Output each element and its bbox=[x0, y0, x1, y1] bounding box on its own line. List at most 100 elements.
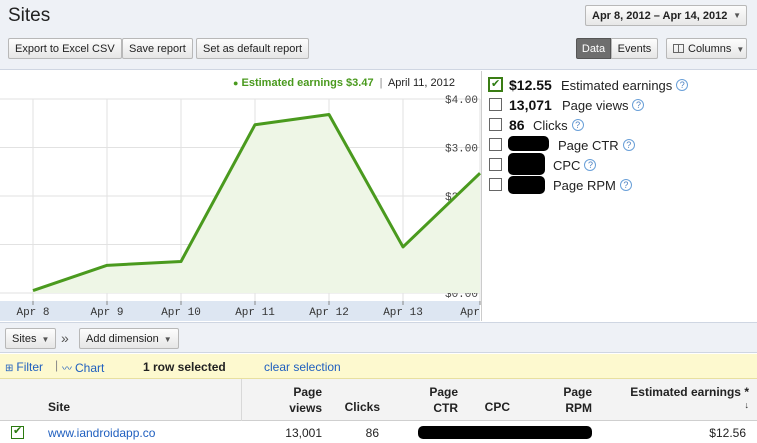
export-csv-button[interactable]: Export to Excel CSV bbox=[8, 38, 122, 59]
page-title: Sites bbox=[8, 5, 51, 26]
metric-page-views[interactable]: 13,071 Page views? bbox=[488, 96, 753, 116]
filter-link[interactable]: ⊞ Filter bbox=[5, 360, 43, 374]
metric-label: Page RPM? bbox=[553, 178, 632, 193]
metric-label-text: Page CTR bbox=[558, 138, 619, 153]
metric-estimated-earnings[interactable]: $12.55 Estimated earnings? bbox=[488, 76, 753, 96]
x-tick-label: Apr bbox=[460, 307, 480, 319]
redacted-value bbox=[508, 153, 545, 175]
filter-icon: ⊞ bbox=[5, 363, 14, 374]
columns-label: Columns bbox=[688, 43, 732, 55]
chart-label: Chart bbox=[75, 361, 105, 375]
metric-label-text: CPC bbox=[553, 158, 581, 173]
chevron-down-icon: ▼ bbox=[736, 45, 745, 54]
chart-link[interactable]: 〰 Chart bbox=[62, 360, 104, 375]
save-report-button[interactable]: Save report bbox=[122, 38, 193, 59]
earnings-chart[interactable]: $4.00$3.00$2.00$1.00$0.00Apr 8Apr 9Apr 1… bbox=[0, 71, 482, 321]
header-line: Page bbox=[293, 385, 322, 399]
events-view-toggle[interactable]: Events bbox=[611, 38, 658, 59]
redacted-values bbox=[418, 426, 592, 439]
metric-clicks[interactable]: 86 Clicks? bbox=[488, 116, 753, 136]
metric-checkbox[interactable] bbox=[488, 77, 503, 92]
x-tick-label: Apr 12 bbox=[309, 307, 349, 319]
help-icon[interactable]: ? bbox=[622, 139, 635, 151]
metric-label-text: Page views bbox=[562, 98, 629, 113]
metric-label-text: Clicks bbox=[533, 118, 568, 133]
columns-icon bbox=[673, 44, 684, 53]
metric-label: Clicks? bbox=[533, 118, 584, 133]
help-icon[interactable]: ? bbox=[584, 159, 597, 171]
metric-label: CPC? bbox=[553, 158, 597, 173]
selection-bar: ⊞ Filter | 〰 Chart 1 row selected clear se… bbox=[0, 354, 757, 379]
metric-checkbox[interactable] bbox=[489, 138, 502, 151]
metric-label: Page views? bbox=[562, 98, 645, 113]
chevron-down-icon: ▼ bbox=[163, 335, 172, 344]
dimension-bar: Sites ▼ » Add dimension ▼ bbox=[0, 322, 757, 353]
series-dot-icon: ● bbox=[233, 78, 239, 88]
x-tick-label: Apr 13 bbox=[383, 307, 423, 319]
legend-separator: | bbox=[379, 77, 383, 89]
selection-count: 1 row selected bbox=[143, 360, 226, 374]
metric-value: 86 bbox=[509, 117, 525, 133]
chart-icon: 〰 bbox=[62, 364, 72, 375]
add-dimension-label: Add dimension bbox=[86, 333, 159, 345]
row-checkbox[interactable] bbox=[11, 424, 24, 439]
metric-checkbox[interactable] bbox=[489, 118, 502, 131]
clear-selection-link[interactable]: clear selection bbox=[264, 360, 341, 374]
hover-series-value: Estimated earnings $3.47 bbox=[241, 77, 374, 89]
cell-estimated-earnings: $12.56 bbox=[709, 426, 746, 440]
header-line: Estimated earnings * bbox=[630, 385, 749, 399]
metric-checkbox[interactable] bbox=[489, 158, 502, 171]
metric-checkbox[interactable] bbox=[489, 178, 502, 191]
table-row[interactable]: www.iandroidapp.co 13,001 86 $12.56 bbox=[0, 422, 757, 443]
metric-value: $12.55 bbox=[509, 77, 552, 93]
help-icon[interactable]: ? bbox=[619, 179, 632, 191]
chevron-down-icon: ▼ bbox=[733, 11, 741, 20]
column-header-cpc[interactable]: CPC bbox=[470, 399, 510, 415]
metric-label-text: Page RPM bbox=[553, 178, 616, 193]
sites-dimension-dropdown[interactable]: Sites ▼ bbox=[5, 328, 57, 349]
x-tick-label: Apr 9 bbox=[90, 307, 123, 319]
column-header-page-ctr[interactable]: Page CTR bbox=[410, 384, 458, 416]
redacted-value bbox=[508, 136, 549, 151]
filter-label: Filter bbox=[16, 360, 44, 374]
metric-selector: $12.55 Estimated earnings? 13,071 Page v… bbox=[488, 76, 753, 196]
header-line: Page bbox=[563, 385, 592, 399]
column-divider bbox=[241, 379, 242, 421]
metric-label: Estimated earnings? bbox=[561, 78, 689, 93]
cell-clicks: 86 bbox=[365, 426, 379, 440]
columns-button[interactable]: Columns ▼ bbox=[666, 38, 747, 59]
table-header: Site Page views Clicks Page CTR CPC Page… bbox=[0, 379, 757, 421]
metric-cpc[interactable]: CPC? bbox=[488, 153, 753, 176]
cell-page-views: 13,001 bbox=[285, 426, 322, 440]
site-link[interactable]: www.iandroidapp.co bbox=[48, 426, 155, 440]
header-line: RPM bbox=[565, 401, 592, 415]
sites-dimension-label: Sites bbox=[12, 333, 37, 345]
date-range-picker[interactable]: Apr 8, 2012 – Apr 14, 2012 ▼ bbox=[585, 5, 747, 26]
column-header-clicks[interactable]: Clicks bbox=[330, 399, 380, 415]
header-line: Page bbox=[429, 385, 458, 399]
metric-checkbox[interactable] bbox=[489, 98, 502, 111]
help-icon[interactable]: ? bbox=[571, 119, 584, 131]
y-tick-label: $4.00 bbox=[445, 95, 478, 107]
column-header-page-rpm[interactable]: Page RPM bbox=[540, 384, 592, 416]
metric-page-rpm[interactable]: Page RPM? bbox=[488, 176, 753, 196]
chart-canvas: $4.00$3.00$2.00$1.00$0.00Apr 8Apr 9Apr 1… bbox=[0, 95, 482, 321]
data-view-toggle[interactable]: Data bbox=[576, 38, 611, 59]
add-dimension-dropdown[interactable]: Add dimension ▼ bbox=[79, 328, 179, 349]
report-header: Sites Apr 8, 2012 – Apr 14, 2012 ▼ Expor… bbox=[0, 0, 757, 70]
chart-hover-legend: ● Estimated earnings $3.47 | April 11, 2… bbox=[233, 77, 455, 89]
help-icon[interactable]: ? bbox=[676, 79, 689, 91]
y-tick-label: $3.00 bbox=[445, 144, 478, 156]
breadcrumb-separator: » bbox=[61, 330, 69, 346]
column-header-estimated-earnings[interactable]: Estimated earnings * ↓ bbox=[596, 384, 749, 410]
help-icon[interactable]: ? bbox=[632, 99, 645, 111]
column-header-site[interactable]: Site bbox=[48, 399, 70, 415]
hover-date: April 11, 2012 bbox=[387, 77, 456, 89]
column-header-page-views[interactable]: Page views bbox=[262, 384, 322, 416]
date-range-label: Apr 8, 2012 – Apr 14, 2012 bbox=[592, 10, 728, 22]
metric-label-text: Estimated earnings bbox=[561, 78, 673, 93]
x-tick-label: Apr 10 bbox=[161, 307, 201, 319]
set-default-report-button[interactable]: Set as default report bbox=[196, 38, 310, 59]
metric-label: Page CTR? bbox=[558, 138, 635, 153]
redacted-value bbox=[508, 176, 545, 194]
